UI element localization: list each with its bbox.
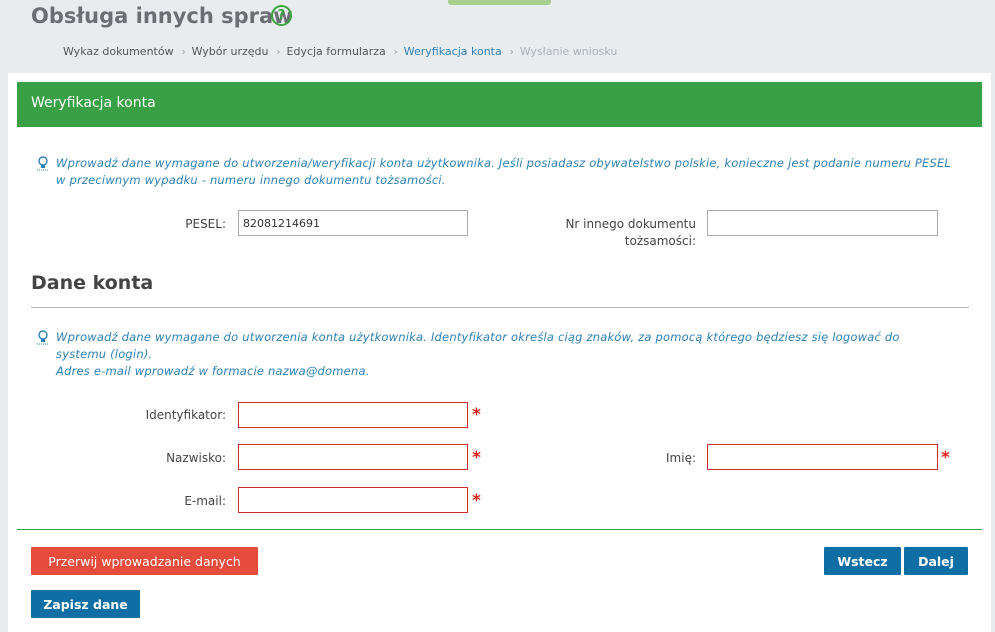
breadcrumb-item-weryfikacja: Weryfikacja konta xyxy=(403,45,502,58)
pesel-label: PESEL: xyxy=(185,217,226,231)
info-line-3: Adres e-mail wprowadź w formacie nazwa@d… xyxy=(56,364,370,378)
main-panel: Weryfikacja konta Wprowadź dane wymagane… xyxy=(8,73,991,632)
required-mark: * xyxy=(472,448,481,468)
chevron-right-icon: › xyxy=(181,47,186,58)
save-button[interactable]: Zapisz dane xyxy=(31,590,140,618)
next-button[interactable]: Dalej xyxy=(904,547,968,575)
breadcrumb-item-wykaz[interactable]: Wykaz dokumentów xyxy=(63,45,174,58)
info-text-verification: Wprowadź dane wymagane do utworzenia/wer… xyxy=(56,156,952,187)
page-title: Obsługa innych spraw xyxy=(31,4,293,28)
other-document-label-line2: tożsamości: xyxy=(624,234,696,248)
section-divider xyxy=(31,307,969,308)
info-text-account: Wprowadź dane wymagane do utworzenia kon… xyxy=(56,329,966,380)
chevron-right-icon: › xyxy=(276,47,281,58)
info-line-2: systemu (login). xyxy=(56,347,153,361)
identifier-label: Identyfikator: xyxy=(145,408,226,422)
top-tab-indicator xyxy=(448,0,551,5)
email-input[interactable] xyxy=(238,487,468,513)
panel-title: Weryfikacja konta xyxy=(17,82,982,127)
email-label: E-mail: xyxy=(184,494,226,508)
surname-input[interactable] xyxy=(238,444,468,470)
first-name-input[interactable] xyxy=(707,444,938,470)
pesel-input[interactable] xyxy=(238,210,468,236)
chevron-right-icon: › xyxy=(393,47,398,58)
page-header: Obsługa innych spraw ? Wykaz dokumentów ›… xyxy=(0,0,995,72)
back-button[interactable]: Wstecz xyxy=(824,547,901,575)
lightbulb-icon xyxy=(37,156,49,171)
section-title-account: Dane konta xyxy=(31,272,154,294)
form-footer-divider xyxy=(17,529,982,530)
chevron-right-icon: › xyxy=(509,47,514,58)
required-mark: * xyxy=(941,448,950,468)
first-name-label: Imię: xyxy=(666,451,696,465)
info-line-1: Wprowadź dane wymagane do utworzenia kon… xyxy=(56,330,900,344)
cancel-entry-button[interactable]: Przerwij wprowadzanie danych xyxy=(31,547,258,575)
required-mark: * xyxy=(472,491,481,511)
breadcrumb-item-edycja[interactable]: Edycja formularza xyxy=(287,45,386,58)
required-mark: * xyxy=(472,405,481,425)
other-document-input[interactable] xyxy=(707,210,938,236)
help-icon[interactable]: ? xyxy=(271,5,292,26)
other-document-label: Nr innego dokumentu tożsamości: xyxy=(528,216,696,250)
identifier-input[interactable] xyxy=(238,402,468,428)
breadcrumb-item-wyslanie: Wysłanie wniosku xyxy=(519,45,618,58)
lightbulb-icon xyxy=(37,330,49,345)
breadcrumb: Wykaz dokumentów › Wybór urzędu › Edycja for… xyxy=(63,45,617,58)
other-document-label-line1: Nr innego dokumentu xyxy=(565,217,696,231)
breadcrumb-item-wybor-urzedu[interactable]: Wybór urzędu xyxy=(192,45,269,58)
surname-label: Nazwisko: xyxy=(166,451,226,465)
